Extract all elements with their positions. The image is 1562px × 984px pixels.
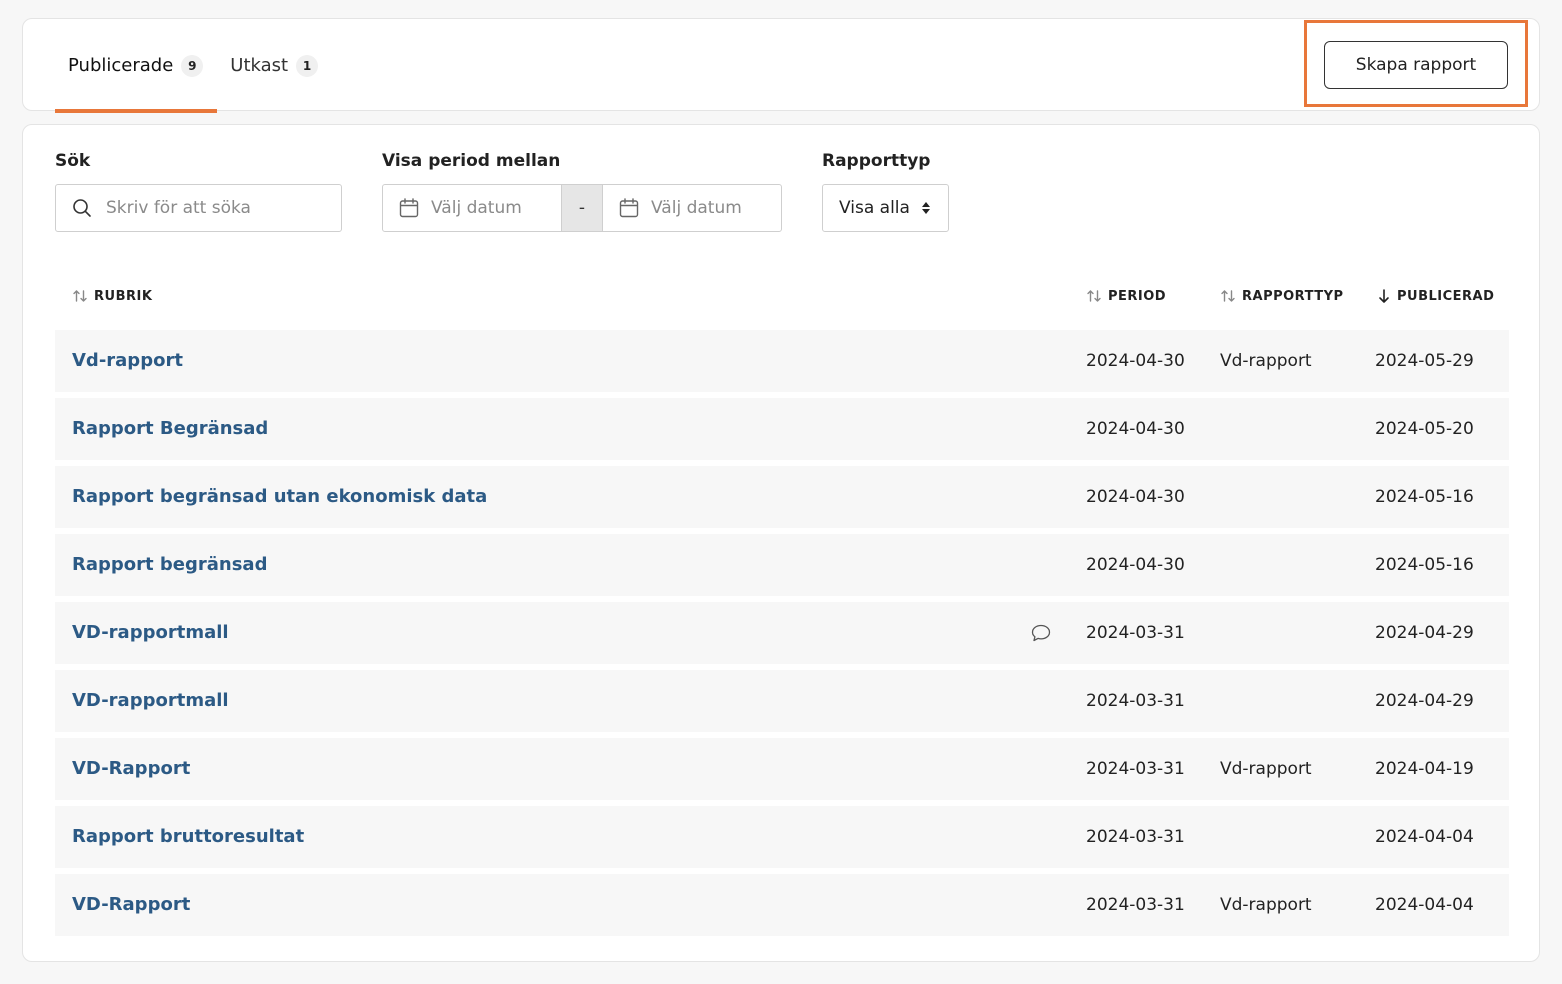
row-report-type: Vd-rapport bbox=[1220, 759, 1312, 779]
report-title-link[interactable]: Vd-rapport bbox=[72, 330, 183, 392]
table-row[interactable]: VD-Rapport 2024-03-31 Vd-rapport 2024-04… bbox=[55, 874, 1509, 936]
report-title-link[interactable]: VD-rapportmall bbox=[72, 670, 229, 732]
arrow-down-icon bbox=[1379, 289, 1389, 303]
row-published: 2024-05-16 bbox=[1375, 555, 1474, 575]
report-type-select[interactable]: Visa alla bbox=[822, 184, 949, 232]
table-row[interactable]: Rapport bruttoresultat 2024-03-31 2024-0… bbox=[55, 806, 1509, 868]
table-row[interactable]: Vd-rapport 2024-04-30 Vd-rapport 2024-05… bbox=[55, 330, 1509, 392]
date-to-input[interactable] bbox=[651, 198, 781, 218]
report-title-link[interactable]: Rapport bruttoresultat bbox=[72, 806, 304, 868]
table-row[interactable]: VD-Rapport 2024-03-31 Vd-rapport 2024-04… bbox=[55, 738, 1509, 800]
row-published: 2024-04-04 bbox=[1375, 827, 1474, 847]
search-input[interactable] bbox=[106, 198, 341, 218]
column-header-label: RUBRIK bbox=[94, 288, 153, 304]
table-row[interactable]: VD-rapportmall 2024-03-31 2024-04-29 bbox=[55, 602, 1509, 664]
row-period: 2024-03-31 bbox=[1086, 691, 1185, 711]
date-from-field[interactable] bbox=[382, 184, 562, 232]
column-header-rubrik[interactable]: RUBRIK bbox=[72, 288, 152, 304]
row-period: 2024-04-30 bbox=[1086, 419, 1185, 439]
row-period: 2024-04-30 bbox=[1086, 555, 1185, 575]
sort-arrows-icon bbox=[921, 202, 930, 214]
report-type-label: Rapporttyp bbox=[822, 151, 931, 171]
table-row[interactable]: VD-rapportmall 2024-03-31 2024-04-29 bbox=[55, 670, 1509, 732]
row-report-type: Vd-rapport bbox=[1220, 895, 1312, 915]
date-range-separator: - bbox=[562, 184, 602, 232]
row-report-type: Vd-rapport bbox=[1220, 351, 1312, 371]
row-published: 2024-05-29 bbox=[1375, 351, 1474, 371]
calendar-icon bbox=[399, 198, 419, 218]
tab-bar: Publicerade 9 Utkast 1 bbox=[55, 19, 332, 113]
search-field[interactable] bbox=[55, 184, 342, 232]
report-title-link[interactable]: Rapport Begränsad bbox=[72, 398, 268, 460]
report-title-link[interactable]: VD-Rapport bbox=[72, 874, 190, 936]
row-period: 2024-04-30 bbox=[1086, 351, 1185, 371]
row-period: 2024-03-31 bbox=[1086, 895, 1185, 915]
sort-icon bbox=[1087, 290, 1101, 302]
row-published: 2024-04-29 bbox=[1375, 691, 1474, 711]
row-published: 2024-04-29 bbox=[1375, 623, 1474, 643]
tab-publicerade[interactable]: Publicerade 9 bbox=[55, 19, 218, 113]
report-title-link[interactable]: Rapport begränsad utan ekonomisk data bbox=[72, 466, 487, 528]
sort-icon bbox=[1221, 290, 1235, 302]
column-header-publicerad[interactable]: PUBLICERAD bbox=[1377, 288, 1494, 304]
report-title-link[interactable]: VD-rapportmall bbox=[72, 602, 229, 664]
column-header-label: RAPPORTTYP bbox=[1242, 288, 1344, 304]
date-from-input[interactable] bbox=[431, 198, 561, 218]
report-title-link[interactable]: Rapport begränsad bbox=[72, 534, 267, 596]
row-published: 2024-05-16 bbox=[1375, 487, 1474, 507]
search-icon bbox=[73, 199, 91, 217]
row-period: 2024-03-31 bbox=[1086, 623, 1185, 643]
row-published: 2024-04-04 bbox=[1375, 895, 1474, 915]
column-header-period[interactable]: PERIOD bbox=[1086, 288, 1166, 304]
calendar-icon bbox=[619, 198, 639, 218]
search-label: Sök bbox=[55, 151, 91, 171]
column-header-rapporttyp[interactable]: RAPPORTTYP bbox=[1220, 288, 1344, 304]
report-type-selected: Visa alla bbox=[839, 198, 910, 218]
row-period: 2024-04-30 bbox=[1086, 487, 1185, 507]
column-header-label: PUBLICERAD bbox=[1397, 288, 1495, 304]
table-row[interactable]: Rapport begränsad utan ekonomisk data 20… bbox=[55, 466, 1509, 528]
row-period: 2024-03-31 bbox=[1086, 759, 1185, 779]
tab-count-badge: 9 bbox=[181, 54, 204, 77]
row-published: 2024-04-19 bbox=[1375, 759, 1474, 779]
create-report-button[interactable]: Skapa rapport bbox=[1324, 41, 1508, 89]
tab-utkast[interactable]: Utkast 1 bbox=[217, 19, 332, 112]
period-label: Visa period mellan bbox=[382, 151, 561, 171]
tab-count-badge: 1 bbox=[296, 54, 319, 77]
tab-label: Utkast bbox=[230, 55, 289, 76]
column-header-label: PERIOD bbox=[1108, 288, 1167, 304]
row-period: 2024-03-31 bbox=[1086, 827, 1185, 847]
table-row[interactable]: Rapport Begränsad 2024-04-30 2024-05-20 bbox=[55, 398, 1509, 460]
report-title-link[interactable]: VD-Rapport bbox=[72, 738, 190, 800]
row-published: 2024-05-20 bbox=[1375, 419, 1474, 439]
reports-card: Sök Visa period mellan - Rapporttyp Visa… bbox=[22, 124, 1540, 962]
comment-icon[interactable] bbox=[1031, 624, 1051, 642]
sort-icon bbox=[73, 290, 87, 302]
table-row[interactable]: Rapport begränsad 2024-04-30 2024-05-16 bbox=[55, 534, 1509, 596]
tab-label: Publicerade bbox=[68, 55, 174, 76]
date-to-field[interactable] bbox=[602, 184, 782, 232]
